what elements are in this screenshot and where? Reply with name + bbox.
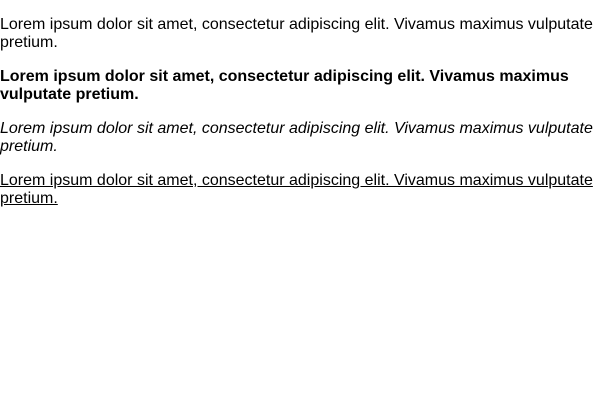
paragraph-regular: Lorem ipsum dolor sit amet, consectetur … <box>0 16 593 51</box>
paragraph-italic: Lorem ipsum dolor sit amet, consectetur … <box>0 120 593 155</box>
document-page: Lorem ipsum dolor sit amet, consectetur … <box>0 0 600 400</box>
paragraph-underline: Lorem ipsum dolor sit amet, consectetur … <box>0 172 593 207</box>
paragraph-bold: Lorem ipsum dolor sit amet, consectetur … <box>0 68 569 103</box>
